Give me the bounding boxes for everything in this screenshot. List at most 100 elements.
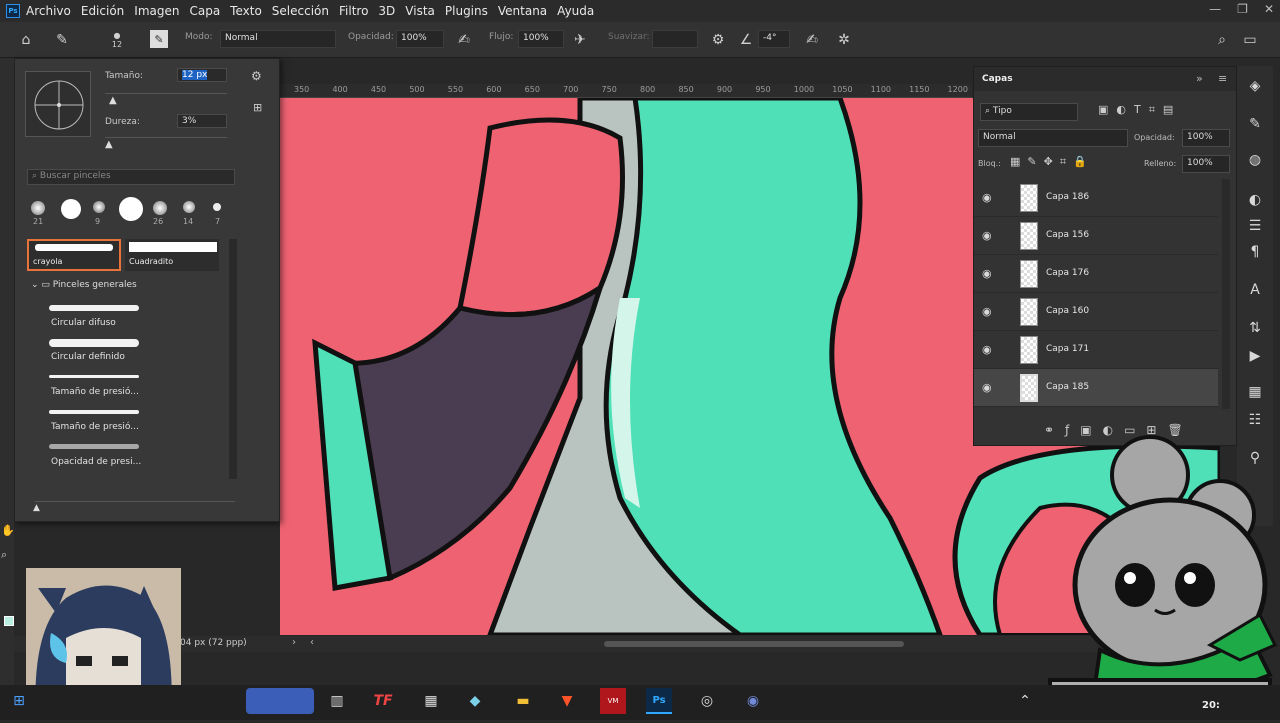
layer-opacity-field[interactable]: 100% — [1182, 129, 1230, 147]
actions-icon[interactable]: ⇅ — [1245, 320, 1265, 340]
size-slider-handle[interactable]: ▲ — [109, 95, 117, 106]
brush-item-5[interactable]: Opacidad de presi... — [51, 457, 141, 467]
character-icon[interactable]: A — [1245, 282, 1265, 302]
brush-item-3[interactable]: Tamaño de presió... — [51, 387, 139, 397]
restore-button[interactable]: ❐ — [1237, 2, 1248, 16]
eye-icon[interactable]: ◉ — [982, 229, 992, 242]
eye-icon[interactable]: ◉ — [982, 343, 992, 356]
obs-icon[interactable]: ◎ — [694, 688, 720, 714]
tray-chevron-up-icon[interactable]: ⌃ — [1012, 688, 1038, 714]
windows-start-icon[interactable]: ⊞ — [6, 688, 32, 714]
brush-settings-icon[interactable]: ✎ — [150, 30, 168, 48]
recent-brush-3[interactable] — [93, 201, 105, 213]
layer-filter-select[interactable]: ⌕ Tipo — [980, 103, 1078, 121]
paragraph-icon[interactable]: ¶ — [1245, 244, 1265, 264]
panel-menu-icon[interactable]: ≡ — [1218, 72, 1227, 85]
calculator-icon[interactable]: ▦ — [418, 688, 444, 714]
eye-icon[interactable]: ◉ — [982, 191, 992, 204]
file-explorer-icon[interactable]: ▬ — [510, 688, 536, 714]
menu-vista[interactable]: Vista — [405, 4, 435, 18]
hardness-input[interactable]: 3% — [177, 114, 227, 128]
layer-row[interactable]: ◉ Capa 160 — [974, 293, 1218, 331]
recent-brush-2[interactable] — [61, 199, 81, 219]
new-preset-icon[interactable]: ⊞ — [253, 101, 262, 114]
blend-mode-select[interactable]: Normal — [978, 129, 1128, 147]
layer-row-active[interactable]: ◉ Capa 185 — [974, 369, 1218, 407]
brush-search-input[interactable]: ⌕ Buscar pinceles — [27, 169, 235, 185]
layers-scrollbar[interactable] — [1222, 179, 1230, 409]
chevron-right-icon[interactable]: › — [292, 637, 296, 648]
horizontal-scrollbar[interactable] — [604, 641, 904, 647]
hardness-slider[interactable] — [105, 137, 227, 138]
mode-select[interactable]: Normal — [220, 30, 336, 48]
hand-tool-icon[interactable]: ✋ — [1, 524, 15, 537]
pressure-size-icon[interactable]: ✍ — [802, 30, 822, 50]
preview-size-handle[interactable]: ▲ — [33, 503, 40, 513]
task-view-icon[interactable]: ▥ — [324, 688, 350, 714]
layer-row[interactable]: ◉ Capa 171 — [974, 331, 1218, 369]
recent-brush-1[interactable] — [31, 201, 45, 215]
grid-icon[interactable]: ▦ — [1245, 384, 1265, 404]
size-input[interactable]: 12 px — [177, 68, 227, 82]
size-slider[interactable] — [105, 93, 227, 94]
layers-tab[interactable]: Capas — [982, 74, 1013, 84]
recent-brush-7[interactable] — [213, 203, 221, 211]
play-icon[interactable]: ▶ — [1245, 348, 1265, 368]
brush-list-scrollbar[interactable] — [229, 239, 237, 479]
menu-ventana[interactable]: Ventana — [498, 4, 547, 18]
hardness-slider-handle[interactable]: ▲ — [105, 139, 113, 150]
photoshop-taskbar-icon[interactable]: Ps — [646, 688, 672, 714]
lock-icons[interactable]: ▦✎✥⌗🔒 — [1010, 155, 1094, 169]
minimize-button[interactable]: — — [1209, 2, 1221, 16]
airbrush-icon[interactable]: ✈ — [570, 30, 590, 50]
channels-icon[interactable]: ☷ — [1245, 412, 1265, 432]
fill-field[interactable]: 100% — [1182, 155, 1230, 173]
recent-brush-6[interactable] — [183, 201, 195, 213]
close-button[interactable]: ✕ — [1264, 2, 1274, 16]
voicemeeter-icon[interactable]: VM — [600, 688, 626, 714]
menu-capa[interactable]: Capa — [189, 4, 220, 18]
zoom-tool-icon[interactable]: ⌕ — [1, 548, 7, 562]
symmetry-icon[interactable]: ✲ — [834, 30, 854, 50]
game-app-icon[interactable] — [246, 688, 314, 714]
pressure-opacity-icon[interactable]: ✍ — [454, 30, 474, 50]
color-panel-icon[interactable]: ◍ — [1245, 152, 1265, 172]
preset-cuadradito[interactable]: Cuadradito — [125, 239, 219, 271]
brush-item-2[interactable]: Circular definido — [51, 352, 125, 362]
preview-size-slider[interactable] — [35, 501, 235, 502]
collapse-icon[interactable]: » — [1196, 72, 1203, 85]
layer-row[interactable]: ◉ Capa 156 — [974, 217, 1218, 255]
eye-icon[interactable]: ◉ — [982, 381, 992, 394]
menu-ayuda[interactable]: Ayuda — [557, 4, 594, 18]
menu-archivo[interactable]: Archivo — [26, 4, 71, 18]
menu-plugins[interactable]: Plugins — [445, 4, 488, 18]
recent-brush-4[interactable] — [119, 197, 143, 221]
menu-3d[interactable]: 3D — [378, 4, 395, 18]
eye-icon[interactable]: ◉ — [982, 267, 992, 280]
brush-tool-icon[interactable]: ✎ — [52, 30, 72, 50]
properties-icon[interactable]: ☰ — [1245, 218, 1265, 238]
layer-row[interactable]: ◉ Capa 176 — [974, 255, 1218, 293]
brave-browser-icon[interactable]: ▼ — [554, 688, 580, 714]
brush-size-picker[interactable]: ● 12 — [106, 30, 128, 50]
menu-seleccion[interactable]: Selección — [272, 4, 329, 18]
adjustments-icon[interactable]: ◐ — [1245, 192, 1265, 212]
filter-icons[interactable]: ▣◐T⌗▤ — [1098, 103, 1181, 117]
brush-item-4[interactable]: Tamaño de presió... — [51, 422, 139, 432]
menu-imagen[interactable]: Imagen — [134, 4, 179, 18]
brush-group-header[interactable]: ⌄ ▭ Pinceles generales — [31, 280, 137, 290]
brush-item-1[interactable]: Circular difuso — [51, 318, 116, 328]
preset-crayola[interactable]: crayola — [27, 239, 121, 271]
discord-icon[interactable]: ◉ — [740, 688, 766, 714]
opacity-field[interactable]: 100% — [396, 30, 444, 48]
brush-angle-preview[interactable] — [25, 71, 91, 137]
menu-texto[interactable]: Texto — [230, 4, 262, 18]
brush-panel-icon[interactable]: ✎ — [1245, 116, 1265, 136]
app-icon[interactable]: ◆ — [462, 688, 488, 714]
foreground-color-swatch[interactable] — [4, 616, 14, 626]
flow-field[interactable]: 100% — [518, 30, 564, 48]
recent-brush-5[interactable] — [153, 201, 167, 215]
gear-icon[interactable]: ⚙ — [708, 30, 728, 50]
tf-app-icon[interactable]: TF — [370, 688, 396, 714]
menu-filtro[interactable]: Filtro — [339, 4, 368, 18]
